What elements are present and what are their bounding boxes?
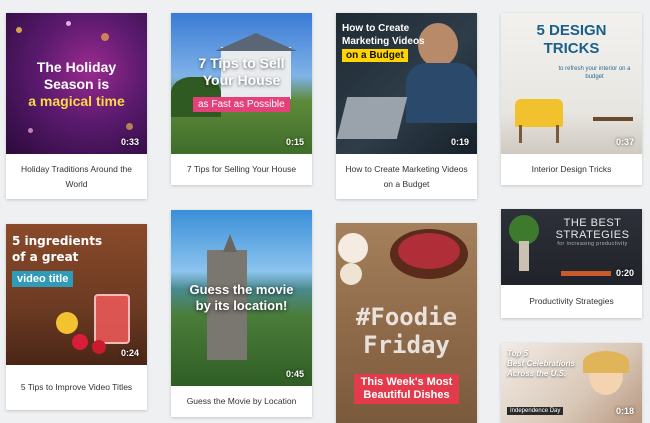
video-caption: How to Create Marketing Videos on a Budg… [345, 164, 468, 189]
thumbnail-title-line: 5 ingredients [12, 234, 103, 248]
video-duration: 0:37 [615, 137, 634, 147]
video-duration: 0:24 [120, 348, 139, 358]
thumbnail-title-line: The Holiday [36, 59, 117, 75]
thumbnail-highlight: for increasing productivity [557, 241, 628, 247]
video-thumbnail[interactable]: 5 ingredients of a great video title 0:2… [6, 224, 147, 365]
thumbnail-title-line: 5 DESIGN [536, 22, 607, 39]
video-thumbnail[interactable]: The Holiday Season is a magical time 0:3… [6, 13, 147, 154]
video-gallery: The Holiday Season is a magical time 0:3… [0, 0, 650, 423]
thumbnail-title-line: STRATEGIES [555, 229, 630, 241]
video-thumbnail[interactable]: THE BEST STRATEGIES for increasing produ… [501, 209, 642, 285]
thumbnail-title-line: Your House [202, 72, 281, 88]
thumbnail-highlight: Independence Day [507, 407, 564, 415]
video-card-movie[interactable]: Guess the movie by its location! 0:45 Gu… [171, 210, 312, 417]
video-card-design[interactable]: 5 DESIGN TRICKS to refresh your interior… [501, 13, 642, 185]
video-thumbnail[interactable]: Top 5 Best Celebrations Across the U.S. … [501, 343, 642, 423]
video-caption: Holiday Traditions Around the World [20, 164, 133, 189]
thumbnail-title-line: Across the U.S. [507, 369, 567, 378]
thumbnail-title-line: Season is [43, 76, 110, 92]
thumbnail-title-line: by its location! [195, 298, 288, 313]
thumbnail-title-line: of a great [12, 250, 79, 264]
video-caption: Guess the Movie by Location [186, 396, 297, 407]
video-card-holiday[interactable]: The Holiday Season is a magical time 0:3… [6, 13, 147, 199]
video-duration: 0:18 [615, 406, 634, 416]
video-caption: 7 Tips for Selling Your House [186, 164, 297, 175]
video-card-foodie[interactable]: #Foodie Friday This Week's Most Beautifu… [336, 223, 477, 423]
thumbnail-title-line: Friday [363, 331, 450, 359]
thumbnail-title-line: Best Celebrations [507, 359, 576, 368]
thumbnail-highlight: video title [12, 271, 74, 287]
video-thumbnail[interactable]: #Foodie Friday This Week's Most Beautifu… [336, 223, 477, 423]
video-duration: 0:33 [120, 137, 139, 147]
thumbnail-title-line: Guess the movie [189, 282, 294, 297]
thumbnail-title-line: #Foodie [355, 303, 458, 331]
video-thumbnail[interactable]: Guess the movie by its location! 0:45 [171, 210, 312, 386]
video-card-marketing[interactable]: How to Create Marketing Videos on a Budg… [336, 13, 477, 199]
video-caption: Productivity Strategies [529, 296, 614, 307]
video-thumbnail[interactable]: 5 DESIGN TRICKS to refresh your interior… [501, 13, 642, 154]
thumbnail-title-line: TRICKS [543, 40, 600, 57]
video-card-ingredients[interactable]: 5 ingredients of a great video title 0:2… [6, 224, 147, 410]
video-duration: 0:20 [615, 268, 634, 278]
thumbnail-title-line: Top 5 [507, 349, 529, 358]
video-card-house[interactable]: 7 Tips to Sell Your House as Fast as Pos… [171, 13, 312, 185]
thumbnail-highlight: to refresh your interior on a budget [558, 66, 631, 80]
thumbnail-title-line: How to Create [342, 23, 410, 34]
video-thumbnail[interactable]: How to Create Marketing Videos on a Budg… [336, 13, 477, 154]
thumbnail-highlight: a magical time [28, 93, 125, 109]
video-caption: 5 Tips to Improve Video Titles [20, 382, 133, 393]
thumbnail-highlight: as Fast as Possible [193, 97, 290, 112]
thumbnail-title-line: Marketing Videos [342, 36, 425, 47]
thumbnail-title-line: 7 Tips to Sell [198, 55, 285, 71]
video-duration: 0:45 [285, 369, 304, 379]
video-caption: Interior Design Tricks [531, 164, 612, 175]
video-card-productivity[interactable]: THE BEST STRATEGIES for increasing produ… [501, 209, 642, 318]
video-thumbnail[interactable]: 7 Tips to Sell Your House as Fast as Pos… [171, 13, 312, 154]
thumbnail-title-line: THE BEST [563, 217, 622, 229]
video-card-celebrations[interactable]: Top 5 Best Celebrations Across the U.S. … [501, 343, 642, 423]
video-duration: 0:15 [285, 137, 304, 147]
video-duration: 0:19 [450, 137, 469, 147]
thumbnail-highlight: This Week's Most Beautiful Dishes [354, 374, 459, 404]
thumbnail-highlight: on a Budget [342, 49, 408, 62]
